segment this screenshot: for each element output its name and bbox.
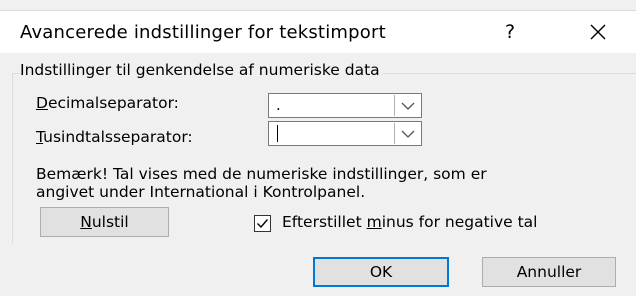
decimal-separator-combo[interactable]: .	[268, 93, 422, 118]
chevron-down-icon	[401, 102, 414, 110]
note-text: Bemærk! Tal vises med de numeriske indst…	[36, 165, 487, 201]
thousands-dropdown-button[interactable]	[394, 123, 420, 144]
decimal-accel: D	[36, 94, 48, 112]
trailing-minus-checkbox[interactable]	[254, 215, 271, 232]
close-button[interactable]	[575, 14, 621, 50]
reset-label-rest: ulstil	[91, 213, 129, 231]
thousands-separator-label: Tusindtalsseparator:	[36, 128, 193, 146]
trailing-minus-accel: m	[366, 213, 382, 231]
note-line-2: angivet under International i Kontrolpan…	[36, 183, 366, 201]
thousands-separator-combo[interactable]	[268, 121, 422, 146]
decimal-separator-label: Decimalseparator:	[36, 94, 179, 112]
text-cursor	[277, 125, 278, 142]
decimal-label-rest: ecimalseparator:	[47, 94, 179, 112]
trailing-minus-label-before: Efterstillet	[282, 213, 367, 231]
ok-button[interactable]: OK	[313, 257, 449, 287]
help-button[interactable]: ?	[490, 14, 530, 50]
decimal-dropdown-button[interactable]	[394, 95, 420, 116]
checkmark-icon	[257, 219, 269, 229]
group-label: Indstillinger til genkendelse af numeris…	[20, 61, 383, 79]
trailing-minus-label[interactable]: Efterstillet minus for negative tal	[282, 213, 537, 231]
close-icon	[590, 24, 606, 40]
note-line-1: Bemærk! Tal vises med de numeriske indst…	[36, 165, 487, 183]
dialog-title: Avancerede indstillinger for tekstimport	[20, 22, 386, 43]
thousands-label-rest: usindtalsseparator:	[43, 128, 193, 146]
top-strip	[0, 0, 636, 11]
cancel-button[interactable]: Annuller	[482, 257, 616, 287]
reset-accel: N	[80, 213, 92, 231]
chevron-down-icon	[401, 130, 414, 138]
trailing-minus-label-after: inus for negative tal	[381, 213, 538, 231]
reset-button[interactable]: Nulstil	[40, 207, 169, 237]
decimal-separator-value: .	[276, 96, 281, 114]
